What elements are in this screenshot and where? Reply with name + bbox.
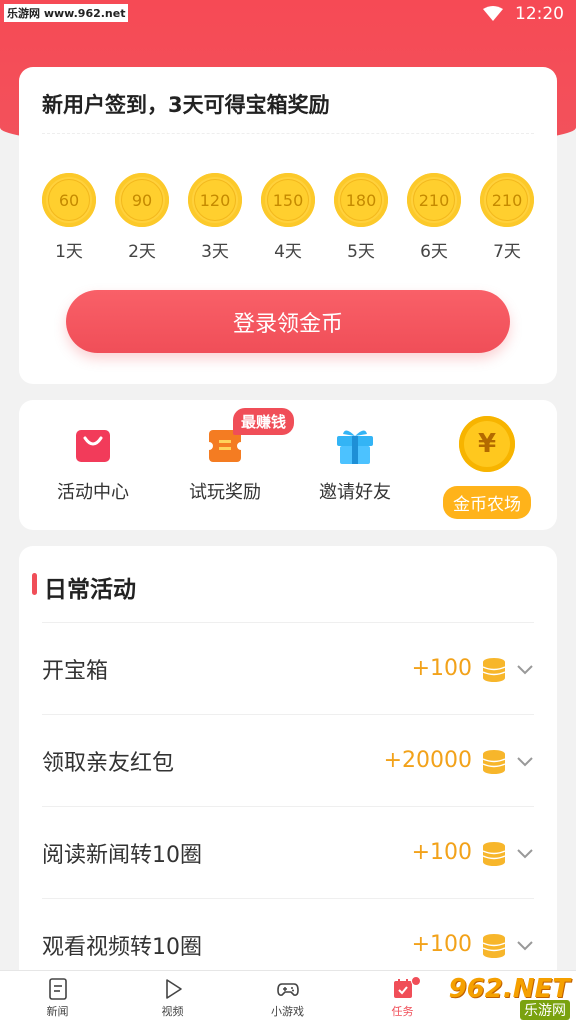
hot-badge: 最赚钱 (233, 408, 295, 435)
day-coins: 60 (48, 179, 90, 221)
day-coins: 120 (194, 179, 236, 221)
daily-title: 日常活动 (44, 577, 136, 603)
task-name: 阅读新闻转10圈 (42, 842, 202, 868)
nav-minigames[interactable]: 小游戏 (230, 971, 345, 1024)
nav-video[interactable]: 视频 (115, 971, 230, 1024)
coin-icon: 90 (115, 173, 169, 227)
signin-day: 60 1天 (42, 173, 96, 262)
chevron-down-icon[interactable] (516, 660, 534, 678)
task-name: 开宝箱 (42, 658, 109, 684)
task-name: 领取亲友红包 (42, 750, 175, 776)
gold-farm-shortcut[interactable]: ¥ 金币农场 (437, 400, 537, 530)
day-label: 1天 (55, 242, 83, 262)
task-row[interactable]: 领取亲友红包 +20000 (42, 714, 534, 806)
video-icon (165, 978, 182, 999)
title-accent-bar (32, 573, 37, 595)
coin-stack-icon (482, 841, 506, 866)
bottom-nav: 新闻 视频 小游戏 任务 962.NET 乐游网 (0, 970, 576, 1024)
signin-days: 60 1天 90 2天 120 3天 150 4天 180 5天 210 6天 210 7天 (42, 173, 534, 262)
signin-day: 120 3天 (188, 173, 242, 262)
chevron-down-icon[interactable] (516, 936, 534, 954)
shortcut-label: 邀请好友 (319, 482, 391, 503)
coin-icon: 210 (480, 173, 534, 227)
invite-friends-shortcut[interactable]: 邀请好友 (305, 400, 405, 530)
coin-icon: 180 (334, 173, 388, 227)
day-label: 5天 (347, 242, 375, 262)
signin-card: 新用户签到，3天可得宝箱奖励 60 1天 90 2天 120 3天 150 4天 180… (19, 67, 557, 384)
shortcut-label: 试玩奖励 (189, 482, 261, 503)
nav-label: 视频 (161, 1004, 184, 1018)
task-name: 观看视频转10圈 (42, 934, 202, 960)
coin-stack-icon (482, 933, 506, 958)
signin-day: 210 6天 (407, 173, 461, 262)
day-label: 3天 (201, 242, 229, 262)
shopping-bag-icon (76, 430, 110, 462)
gift-icon (337, 430, 373, 464)
nav-news[interactable]: 新闻 (0, 971, 115, 1024)
day-coins: 180 (340, 179, 382, 221)
task-reward: +100 (411, 656, 472, 681)
watermark-top: 乐游网 www.962.net (4, 4, 129, 22)
chevron-down-icon[interactable] (516, 752, 534, 770)
day-coins: 150 (267, 179, 309, 221)
coin-icon: 210 (407, 173, 461, 227)
notification-dot (411, 976, 421, 986)
login-claim-button[interactable]: 登录领金币 (66, 290, 510, 353)
nav-label: 小游戏 (271, 1004, 304, 1018)
coin-icon: 120 (188, 173, 242, 227)
daily-activities-card: 日常活动 开宝箱 +100 领取亲友红包 +20000 阅读新闻转10圈 +10… (19, 546, 557, 986)
activity-center-shortcut[interactable]: 活动中心 (43, 400, 143, 530)
task-reward: +20000 (383, 748, 472, 773)
wifi-icon (483, 6, 503, 21)
day-label: 7天 (493, 242, 521, 262)
coin-stack-icon (482, 749, 506, 774)
day-label: 2天 (128, 242, 156, 262)
coin-icon: 150 (261, 173, 315, 227)
day-coins: 210 (486, 179, 528, 221)
day-label: 6天 (420, 242, 448, 262)
day-coins: 90 (121, 179, 163, 221)
status-bar: 乐游网 www.962.net 12:20 (0, 0, 576, 32)
task-row[interactable]: 开宝箱 +100 (42, 622, 534, 714)
shortcut-card: 活动中心 试玩奖励 最赚钱 邀请好友 ¥ 金币农场 (19, 400, 557, 530)
signin-day: 90 2天 (115, 173, 169, 262)
watermark-logo: 962.NET 乐游网 (449, 974, 570, 1020)
nav-label: 新闻 (46, 1004, 69, 1018)
gold-farm-label: 金币农场 (443, 486, 531, 519)
task-reward: +100 (411, 840, 472, 865)
coin-icon: 60 (42, 173, 96, 227)
nav-label: 任务 (391, 1004, 414, 1018)
task-row[interactable]: 阅读新闻转10圈 +100 (42, 806, 534, 898)
divider (42, 133, 534, 134)
task-reward: +100 (411, 932, 472, 957)
day-label: 4天 (274, 242, 302, 262)
signin-day: 210 7天 (480, 173, 534, 262)
status-time: 12:20 (515, 4, 564, 24)
chevron-down-icon[interactable] (516, 844, 534, 862)
signin-title: 新用户签到，3天可得宝箱奖励 (42, 93, 330, 117)
news-icon (48, 977, 67, 1000)
signin-day: 150 4天 (261, 173, 315, 262)
shortcut-label: 活动中心 (57, 482, 129, 503)
gold-coin-icon: ¥ (459, 416, 515, 472)
nav-tasks[interactable]: 任务 (345, 971, 460, 1024)
coin-stack-icon (482, 657, 506, 682)
day-coins: 210 (413, 179, 455, 221)
signin-day: 180 5天 (334, 173, 388, 262)
watermark-text: 乐游网 (520, 1000, 570, 1020)
gamepad-icon (276, 982, 299, 996)
